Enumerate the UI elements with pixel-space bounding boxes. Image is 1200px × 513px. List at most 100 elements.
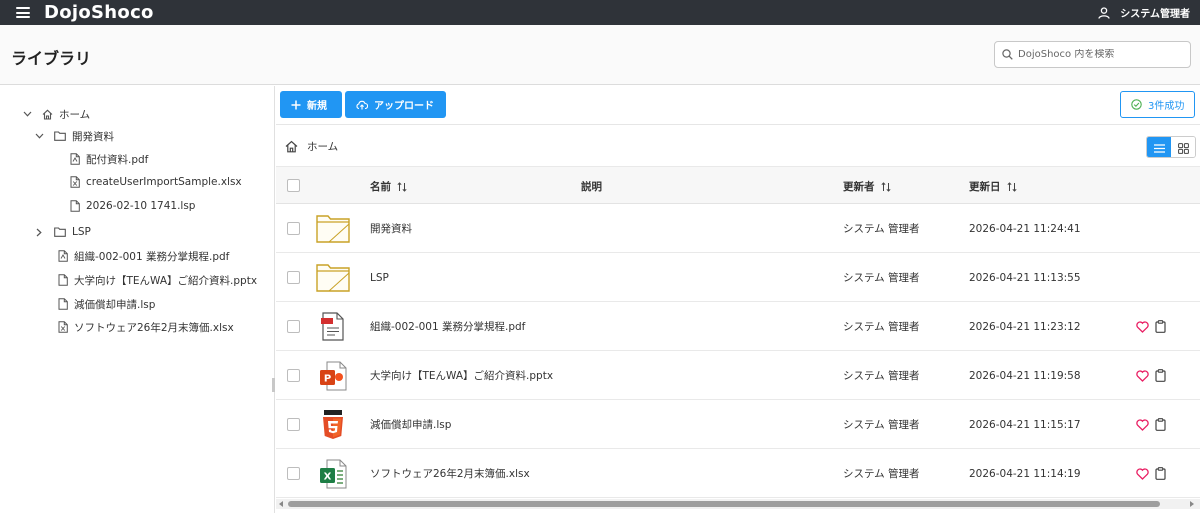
user-menu[interactable]: システム管理者: [1098, 0, 1190, 25]
row-checkbox[interactable]: [287, 271, 300, 284]
horizontal-scrollbar[interactable]: [276, 499, 1200, 509]
select-all-checkbox[interactable]: [287, 179, 300, 192]
column-updater[interactable]: 更新者: [843, 179, 891, 194]
table-row[interactable]: 開発資料 システム 管理者 2026-04-21 11:24:41: [276, 204, 1200, 253]
pdf-file-icon: [70, 153, 80, 165]
row-actions: [1136, 302, 1172, 351]
pdf-file-icon: [58, 250, 68, 262]
row-name[interactable]: ソフトウェア26年2月末簿価.xlsx: [370, 449, 530, 498]
file-icon: [58, 298, 68, 310]
upload-status-button[interactable]: 3件成功: [1120, 91, 1195, 118]
row-name[interactable]: 組織-002-001 業務分掌規程.pdf: [370, 302, 525, 351]
column-updated-label: 更新日: [969, 181, 1001, 193]
row-checkbox[interactable]: [287, 418, 300, 431]
row-checkbox[interactable]: [287, 467, 300, 480]
tree-item-label: 配付資料.pdf: [86, 153, 149, 166]
check-circle-icon: [1131, 99, 1142, 110]
tree-item-label: 開発資料: [72, 130, 114, 143]
sidebar-resize-handle[interactable]: [272, 378, 275, 392]
tree-item-file[interactable]: ソフトウェア26年2月末簿価.xlsx: [58, 317, 234, 337]
clipboard-icon[interactable]: [1155, 418, 1166, 431]
chevron-down-icon[interactable]: [34, 133, 44, 139]
scroll-left-arrow[interactable]: [279, 501, 283, 507]
search-input[interactable]: [1018, 49, 1178, 60]
heart-icon[interactable]: [1136, 418, 1149, 431]
chevron-down-icon[interactable]: [22, 111, 32, 117]
row-name[interactable]: 大学向け【TEんWA】ご紹介資料.pptx: [370, 351, 553, 400]
row-updated: 2026-04-21 11:24:41: [969, 222, 1081, 235]
view-toggle: [1146, 136, 1196, 158]
excel-icon: X: [316, 457, 350, 490]
grid-view-button[interactable]: [1171, 137, 1195, 157]
row-updated: 2026-04-21 11:23:12: [969, 320, 1081, 333]
scroll-right-arrow[interactable]: [1190, 501, 1194, 507]
chevron-right-icon[interactable]: [34, 228, 44, 237]
brand-logo[interactable]: DojoShoco: [44, 2, 154, 23]
table-row[interactable]: LSP システム 管理者 2026-04-21 11:13:55: [276, 253, 1200, 302]
row-name[interactable]: 減価償却申請.lsp: [370, 400, 451, 449]
heart-icon[interactable]: [1136, 467, 1149, 480]
main-panel: 新規 アップロード 3件成功 ホーム 名前 説明 更新者 更新日 開発資料 シス…: [276, 86, 1200, 513]
clipboard-icon[interactable]: [1155, 467, 1166, 480]
row-name[interactable]: 開発資料: [370, 204, 412, 253]
tree-item-label: 組織-002-001 業務分掌規程.pdf: [74, 250, 230, 263]
heart-icon[interactable]: [1136, 369, 1149, 382]
grid-view-icon: [1177, 142, 1189, 154]
page-title: ライブラリ: [11, 49, 92, 68]
row-updated: 2026-04-21 11:19:58: [969, 369, 1081, 382]
search-icon: [1002, 49, 1013, 60]
column-updated[interactable]: 更新日: [969, 179, 1017, 194]
new-button[interactable]: 新規: [280, 91, 342, 118]
hamburger-icon[interactable]: [16, 7, 30, 18]
page-header: ライブラリ: [0, 25, 1200, 85]
row-name[interactable]: LSP: [370, 253, 389, 302]
row-actions: [1136, 400, 1172, 449]
upload-status-label: 3件成功: [1148, 101, 1185, 112]
plus-icon: [291, 100, 301, 109]
scrollbar-thumb[interactable]: [288, 501, 1160, 507]
table-header: 名前 説明 更新者 更新日: [276, 166, 1200, 204]
tree-item-label: 大学向け【TEんWA】ご紹介資料.pptx: [74, 274, 258, 287]
row-updater: システム 管理者: [843, 272, 920, 284]
list-view-icon: [1153, 143, 1165, 153]
tree-item-file[interactable]: 配付資料.pdf: [70, 149, 148, 169]
pdf-file-icon: [316, 310, 350, 343]
upload-button[interactable]: アップロード: [345, 91, 446, 118]
upload-button-label: アップロード: [374, 101, 434, 112]
column-name[interactable]: 名前: [370, 179, 407, 194]
folder-icon: [316, 212, 350, 245]
tree-item-label: LSP: [72, 226, 91, 238]
cloud-upload-icon: [356, 100, 368, 109]
tree-item-file[interactable]: 2026-02-10 1741.lsp: [70, 196, 195, 216]
list-view-button[interactable]: [1147, 137, 1171, 157]
table-row[interactable]: 組織-002-001 業務分掌規程.pdf システム 管理者 2026-04-2…: [276, 302, 1200, 351]
powerpoint-icon: P: [316, 359, 350, 392]
clipboard-icon[interactable]: [1155, 320, 1166, 333]
html5-icon: [316, 408, 350, 441]
sort-icon[interactable]: [880, 181, 891, 192]
row-checkbox[interactable]: [287, 222, 300, 235]
sort-icon[interactable]: [1006, 181, 1017, 192]
svg-text:X: X: [324, 471, 332, 482]
search-box[interactable]: [994, 41, 1191, 68]
row-checkbox[interactable]: [287, 369, 300, 382]
row-updater: システム 管理者: [843, 321, 920, 333]
tree-item-label: ソフトウェア26年2月末簿価.xlsx: [74, 321, 234, 334]
clipboard-icon[interactable]: [1155, 369, 1166, 382]
tree-item-home[interactable]: ホーム: [22, 104, 90, 124]
heart-icon[interactable]: [1136, 320, 1149, 333]
tree-item-file[interactable]: 大学向け【TEんWA】ご紹介資料.pptx: [58, 270, 257, 290]
home-icon: [285, 140, 298, 153]
sort-icon[interactable]: [397, 181, 407, 192]
table-row[interactable]: 減価償却申請.lsp システム 管理者 2026-04-21 11:15:17: [276, 400, 1200, 449]
home-icon: [42, 109, 53, 120]
tree-item-dev-docs[interactable]: 開発資料: [34, 126, 114, 146]
breadcrumb-home[interactable]: ホーム: [307, 139, 338, 154]
tree-item-file[interactable]: createUserImportSample.xlsx: [70, 172, 242, 192]
tree-item-lsp[interactable]: LSP: [34, 222, 91, 242]
tree-item-file[interactable]: 組織-002-001 業務分掌規程.pdf: [58, 246, 229, 266]
row-checkbox[interactable]: [287, 320, 300, 333]
table-row[interactable]: X ソフトウェア26年2月末簿価.xlsx システム 管理者 2026-04-2…: [276, 449, 1200, 498]
table-row[interactable]: P 大学向け【TEんWA】ご紹介資料.pptx システム 管理者 2026-04…: [276, 351, 1200, 400]
tree-item-file[interactable]: 減価償却申請.lsp: [58, 294, 155, 314]
